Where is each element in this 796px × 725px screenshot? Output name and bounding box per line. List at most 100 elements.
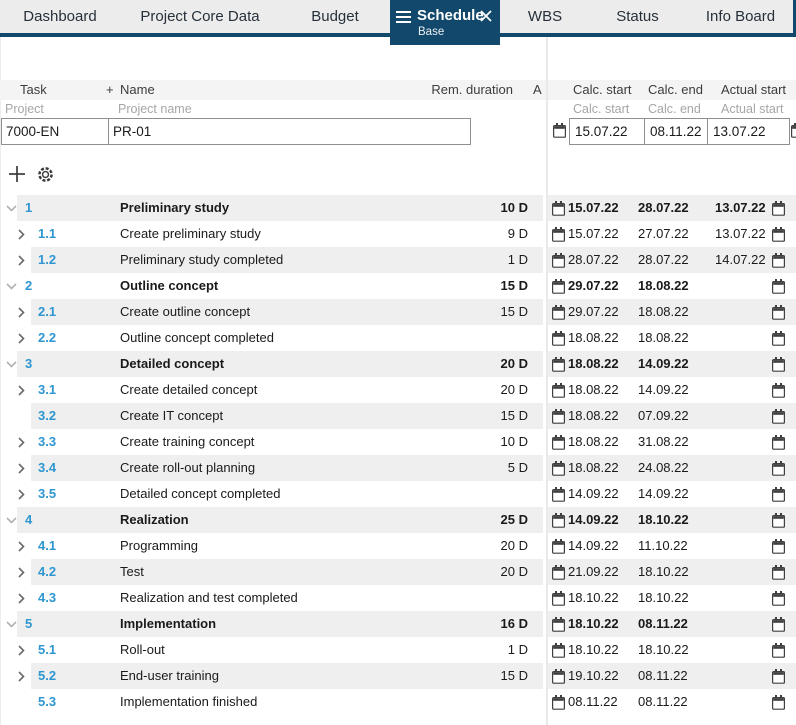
calendar-icon[interactable] bbox=[552, 305, 565, 320]
tab-menu-icon[interactable] bbox=[396, 11, 411, 23]
calc-start-date[interactable]: 18.08.22 bbox=[568, 403, 619, 429]
calendar-icon[interactable] bbox=[772, 565, 785, 580]
table-row[interactable]: 3.4 Create roll-out planning 5 D 18.08.2… bbox=[0, 455, 796, 481]
tab-wbs[interactable]: WBS bbox=[500, 0, 590, 33]
calendar-icon[interactable] bbox=[772, 409, 785, 424]
chevron-right-icon[interactable] bbox=[18, 541, 25, 552]
calendar-icon[interactable] bbox=[772, 331, 785, 346]
calendar-icon[interactable] bbox=[772, 305, 785, 320]
tab-dashboard[interactable]: Dashboard bbox=[0, 0, 120, 33]
table-row[interactable]: 4.2 Test 20 D 21.09.22 18.10.22 bbox=[0, 559, 796, 585]
project-calc-start-input[interactable]: 15.07.22 bbox=[570, 119, 645, 144]
calc-end-date[interactable]: 18.08.22 bbox=[638, 273, 689, 299]
calc-start-date[interactable]: 15.07.22 bbox=[568, 195, 619, 221]
calc-end-date[interactable]: 18.10.22 bbox=[638, 585, 689, 611]
calc-end-date[interactable]: 28.07.22 bbox=[638, 195, 689, 221]
actual-start-date[interactable]: 13.07.22 bbox=[715, 221, 766, 247]
calc-start-date[interactable]: 18.08.22 bbox=[568, 377, 619, 403]
calc-start-date[interactable]: 14.09.22 bbox=[568, 481, 619, 507]
calc-end-date[interactable]: 18.10.22 bbox=[638, 559, 689, 585]
table-row[interactable]: 3.3 Create training concept 10 D 18.08.2… bbox=[0, 429, 796, 455]
calendar-icon[interactable] bbox=[552, 227, 565, 242]
project-actual-start-input[interactable]: 13.07.22 bbox=[708, 119, 789, 144]
chevron-right-icon[interactable] bbox=[18, 307, 25, 318]
calc-end-date[interactable]: 14.09.22 bbox=[638, 377, 689, 403]
calc-end-date[interactable]: 07.09.22 bbox=[638, 403, 689, 429]
calendar-icon[interactable] bbox=[772, 669, 785, 684]
calendar-icon[interactable] bbox=[552, 461, 565, 476]
calc-end-date[interactable]: 18.10.22 bbox=[638, 507, 689, 533]
chevron-right-icon[interactable] bbox=[18, 489, 25, 500]
actual-start-date[interactable]: 14.07.22 bbox=[715, 247, 766, 273]
calc-start-date[interactable]: 29.07.22 bbox=[568, 273, 619, 299]
table-row[interactable]: 2.2 Outline concept completed 18.08.22 1… bbox=[0, 325, 796, 351]
table-row[interactable]: 1.1 Create preliminary study 9 D 15.07.2… bbox=[0, 221, 796, 247]
calendar-icon[interactable] bbox=[791, 123, 796, 138]
calc-start-date[interactable]: 18.08.22 bbox=[568, 351, 619, 377]
table-row[interactable]: 5.2 End-user training 15 D 19.10.22 08.1… bbox=[0, 663, 796, 689]
calendar-icon[interactable] bbox=[772, 357, 785, 372]
col-a[interactable]: A bbox=[533, 82, 542, 97]
calendar-icon[interactable] bbox=[552, 591, 565, 606]
calc-start-date[interactable]: 19.10.22 bbox=[568, 663, 619, 689]
tab-status[interactable]: Status bbox=[590, 0, 685, 33]
calc-start-date[interactable]: 15.07.22 bbox=[568, 221, 619, 247]
col-calc-end[interactable]: Calc. end bbox=[648, 82, 703, 97]
calendar-icon[interactable] bbox=[552, 565, 565, 580]
project-id-input[interactable]: 7000-EN bbox=[2, 119, 109, 144]
calendar-icon[interactable] bbox=[552, 253, 565, 268]
chevron-right-icon[interactable] bbox=[18, 463, 25, 474]
table-row[interactable]: 3.2 Create IT concept 15 D 18.08.22 07.0… bbox=[0, 403, 796, 429]
settings-button[interactable] bbox=[34, 163, 56, 185]
table-row[interactable]: 3 Detailed concept 20 D 18.08.22 14.09.2… bbox=[0, 351, 796, 377]
calendar-icon[interactable] bbox=[552, 669, 565, 684]
col-calc-start[interactable]: Calc. start bbox=[573, 82, 632, 97]
table-row[interactable]: 2.1 Create outline concept 15 D 29.07.22… bbox=[0, 299, 796, 325]
tab-info-board[interactable]: Info Board bbox=[685, 0, 796, 33]
col-rem-duration[interactable]: Rem. duration bbox=[431, 82, 513, 97]
project-calc-end-input[interactable]: 08.11.22 bbox=[645, 119, 708, 144]
chevron-right-icon[interactable] bbox=[18, 671, 25, 682]
calendar-icon[interactable] bbox=[552, 435, 565, 450]
calc-end-date[interactable]: 14.09.22 bbox=[638, 481, 689, 507]
table-row[interactable]: 1 Preliminary study 10 D 15.07.22 28.07.… bbox=[0, 195, 796, 221]
calendar-icon[interactable] bbox=[772, 279, 785, 294]
tab-project-core-data[interactable]: Project Core Data bbox=[120, 0, 280, 33]
calendar-icon[interactable] bbox=[772, 643, 785, 658]
table-row[interactable]: 1.2 Preliminary study completed 1 D 28.0… bbox=[0, 247, 796, 273]
calc-end-date[interactable]: 14.09.22 bbox=[638, 351, 689, 377]
table-row[interactable]: 5.1 Roll-out 1 D 18.10.22 18.10.22 bbox=[0, 637, 796, 663]
calendar-icon[interactable] bbox=[552, 617, 565, 632]
chevron-down-icon[interactable] bbox=[6, 621, 17, 628]
calc-end-date[interactable]: 11.10.22 bbox=[638, 533, 688, 559]
panel-splitter[interactable] bbox=[546, 37, 548, 725]
table-row[interactable]: 4 Realization 25 D 14.09.22 18.10.22 bbox=[0, 507, 796, 533]
calc-end-date[interactable]: 08.11.22 bbox=[638, 611, 688, 637]
calc-end-date[interactable]: 28.07.22 bbox=[638, 247, 689, 273]
tab-schedule[interactable]: Schedule Base bbox=[390, 0, 500, 45]
calendar-icon[interactable] bbox=[552, 643, 565, 658]
actual-start-date[interactable]: 13.07.22 bbox=[715, 195, 766, 221]
chevron-right-icon[interactable] bbox=[18, 593, 25, 604]
calc-start-date[interactable]: 28.07.22 bbox=[568, 247, 619, 273]
chevron-right-icon[interactable] bbox=[18, 567, 25, 578]
tab-budget[interactable]: Budget bbox=[280, 0, 390, 33]
calendar-icon[interactable] bbox=[772, 227, 785, 242]
calendar-icon[interactable] bbox=[552, 487, 565, 502]
calc-end-date[interactable]: 18.10.22 bbox=[638, 637, 689, 663]
chevron-right-icon[interactable] bbox=[18, 437, 25, 448]
calc-start-date[interactable]: 29.07.22 bbox=[568, 299, 619, 325]
calendar-icon[interactable] bbox=[772, 461, 785, 476]
calendar-icon[interactable] bbox=[552, 279, 565, 294]
calc-end-date[interactable]: 18.08.22 bbox=[638, 325, 689, 351]
calc-end-date[interactable]: 31.08.22 bbox=[638, 429, 689, 455]
chevron-right-icon[interactable] bbox=[18, 645, 25, 656]
calc-start-date[interactable]: 14.09.22 bbox=[568, 533, 619, 559]
calc-end-date[interactable]: 18.08.22 bbox=[638, 299, 689, 325]
calendar-icon[interactable] bbox=[772, 201, 785, 216]
calc-start-date[interactable]: 18.08.22 bbox=[568, 429, 619, 455]
calc-start-date[interactable]: 21.09.22 bbox=[568, 559, 619, 585]
close-icon[interactable] bbox=[479, 9, 493, 23]
table-row[interactable]: 3.5 Detailed concept completed 14.09.22 … bbox=[0, 481, 796, 507]
calc-start-date[interactable]: 18.10.22 bbox=[568, 637, 619, 663]
